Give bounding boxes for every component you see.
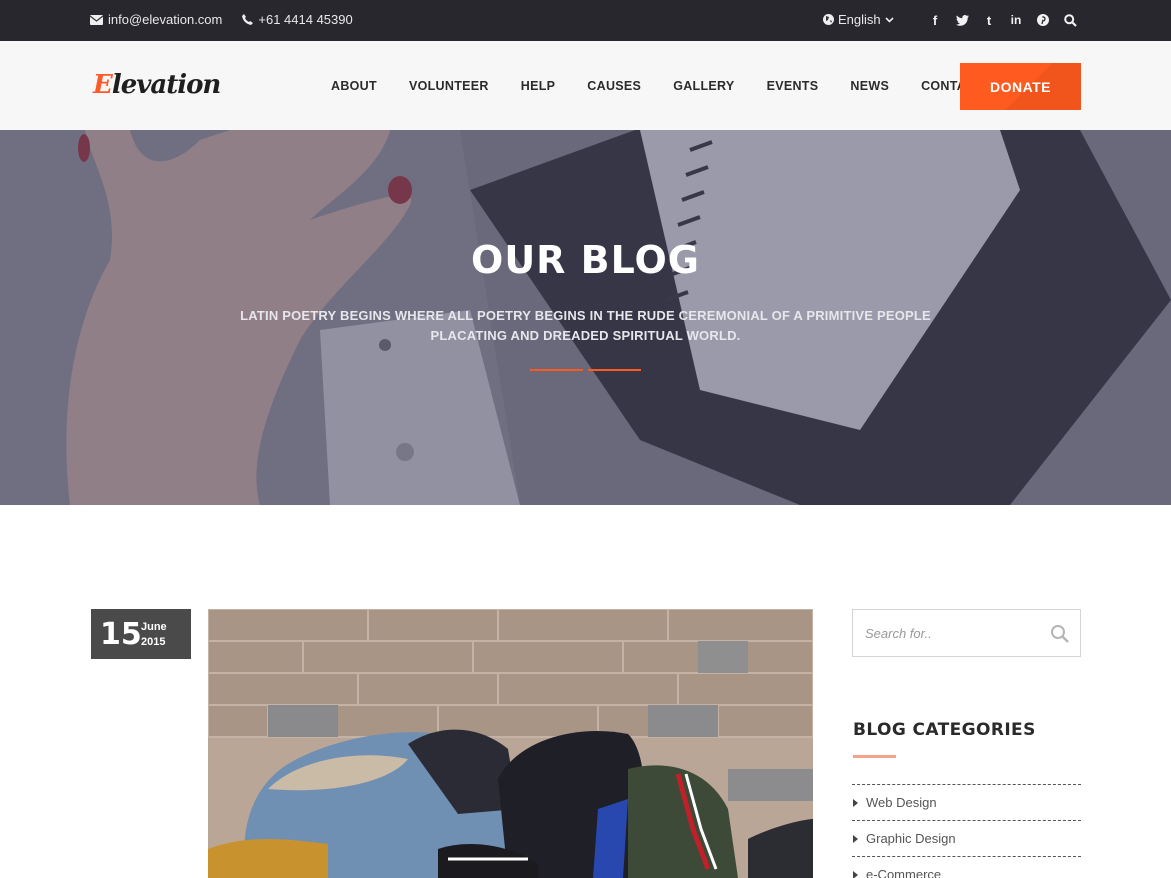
subtitle-line-1: LATIN POETRY BEGINS WHERE ALL POETRY BEG…: [240, 308, 931, 323]
envelope-icon: [90, 14, 103, 25]
sidebar-search: [852, 609, 1081, 657]
nav-events[interactable]: EVENTS: [751, 79, 835, 93]
category-item-web-design[interactable]: Web Design: [852, 784, 1081, 820]
nav-volunteer[interactable]: VOLUNTEER: [393, 79, 505, 93]
phone-icon: [242, 14, 254, 25]
nav-gallery[interactable]: GALLERY: [657, 79, 750, 93]
globe-icon: [823, 14, 834, 25]
language-label: English: [838, 12, 881, 27]
page-subtitle: LATIN POETRY BEGINS WHERE ALL POETRY BEG…: [240, 306, 931, 346]
donate-button[interactable]: DONATE: [960, 63, 1081, 110]
top-bar: info@elevation.com +61 4414 45390 Englis…: [0, 0, 1171, 41]
nav-causes[interactable]: CAUSES: [571, 79, 657, 93]
subtitle-line-2: PLACATING AND DREADED SPIRITUAL WORLD.: [430, 328, 741, 343]
category-item-e-commerce[interactable]: e-Commerce: [852, 856, 1081, 878]
phone-link[interactable]: +61 4414 45390: [242, 12, 353, 27]
post-date-badge: 15 June 2015: [91, 609, 191, 659]
email-text: info@elevation.com: [108, 12, 223, 27]
category-item-graphic-design[interactable]: Graphic Design: [852, 820, 1081, 856]
nav-help[interactable]: HELP: [505, 79, 572, 93]
logo-first-letter: E: [93, 70, 113, 100]
tumblr-icon[interactable]: t: [982, 12, 996, 28]
pinterest-icon[interactable]: [1036, 12, 1050, 28]
caret-right-icon: [853, 834, 858, 843]
site-logo[interactable]: Elevation: [93, 70, 222, 100]
phone-text: +61 4414 45390: [258, 12, 353, 27]
title-divider: [530, 369, 641, 372]
category-label: Graphic Design: [866, 831, 956, 846]
search-icon[interactable]: [1063, 12, 1077, 28]
logo-rest: levation: [111, 70, 222, 100]
category-list: Web Design Graphic Design e-Commerce: [852, 784, 1081, 878]
email-link[interactable]: info@elevation.com: [90, 12, 222, 27]
linkedin-icon[interactable]: in: [1009, 12, 1023, 28]
facebook-icon[interactable]: f: [928, 12, 942, 28]
language-selector[interactable]: English: [823, 12, 894, 27]
nav-about[interactable]: ABOUT: [315, 79, 393, 93]
page-title: OUR BLOG: [471, 238, 700, 282]
post-month: June: [141, 621, 167, 633]
main-nav: ABOUT VOLUNTEER HELP CAUSES GALLERY EVEN…: [315, 79, 999, 93]
caret-right-icon: [853, 870, 858, 878]
post-year: 2015: [141, 636, 166, 648]
post-featured-image[interactable]: [208, 609, 813, 878]
category-label: Web Design: [866, 795, 937, 810]
caret-right-icon: [853, 798, 858, 807]
post-day: 15: [100, 617, 142, 652]
search-input[interactable]: [865, 623, 1035, 643]
contact-info: info@elevation.com +61 4414 45390: [90, 12, 353, 27]
social-links: f t in: [928, 12, 1077, 28]
title-underline: [853, 755, 896, 758]
category-label: e-Commerce: [866, 867, 942, 878]
page: info@elevation.com +61 4414 45390 Englis…: [0, 0, 1171, 878]
chevron-down-icon: [885, 16, 894, 23]
nav-news[interactable]: NEWS: [834, 79, 905, 93]
twitter-icon[interactable]: [955, 12, 969, 28]
main-header: Elevation ABOUT VOLUNTEER HELP CAUSES GA…: [0, 41, 1171, 130]
search-icon[interactable]: [1050, 624, 1070, 644]
blog-categories-title: BLOG CATEGORIES: [853, 720, 1036, 740]
